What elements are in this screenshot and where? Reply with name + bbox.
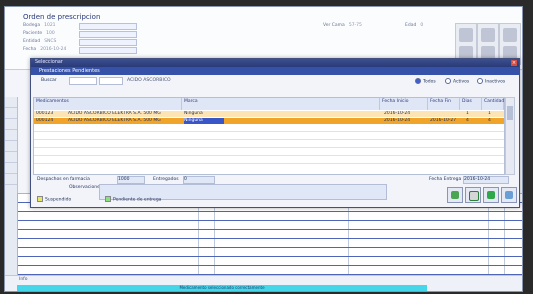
legend-swatch [37,196,43,202]
col-header-cantidad[interactable]: Cantidad [482,98,504,110]
filter-code2-input[interactable] [99,77,123,85]
field-paciente: Paciente 100 [23,31,55,36]
dialog-banner: Prestaciones Pendientes [31,67,519,75]
fecha-input[interactable] [79,47,137,54]
sidebar-item[interactable] [5,119,17,130]
legend-suspendido: Suspendido [37,196,71,203]
exit-button[interactable] [483,187,499,203]
table-row[interactable] [18,248,522,257]
field-bodega: Bodega 1021 [23,23,56,28]
edit-button[interactable] [465,187,481,203]
field1-value[interactable]: 1000 [117,176,145,184]
col-header-dias[interactable]: Dias [460,98,482,110]
selection-dialog: Seleccionar × Prestaciones Pendientes Bu… [30,58,520,208]
close-icon[interactable]: × [511,60,517,66]
col-header-fecha-inicio[interactable]: Fecha Inicio [380,98,428,110]
date-label: Fecha Entrega [429,177,462,182]
col-header-marca[interactable]: Marca [182,98,380,110]
table-row[interactable] [18,221,522,230]
refresh-icon [505,191,513,199]
table-row-selected[interactable]: 000124 ACIDO ASCORBICO ELEKTRA S.A. 500 … [34,118,504,124]
scrollbar-thumb[interactable] [507,106,513,120]
filter-code-input[interactable] [69,77,97,85]
confirm-button[interactable] [447,187,463,203]
entidad-input[interactable] [79,39,137,46]
status-bar: Info Medicamento seleccionado correctame… [5,275,522,291]
check-icon [451,191,459,199]
filter-text: ACIDO ASCORBICO [127,78,171,83]
filter-label: Buscar [41,78,57,83]
filter-bar: Buscar ACIDO ASCORBICO Todos Activos Ina… [31,75,519,87]
field-fecha: Fecha 2016-10-24 [23,47,67,52]
grid-scrollbar[interactable] [505,97,515,175]
medications-grid: Medicamentos Marca Fecha Inicio Fecha Fi… [33,97,505,175]
radio-dot-icon [477,78,483,84]
table-row[interactable]: 000123 ACIDO ASCORBICO ELEKTRA S.A. 500 … [34,111,504,117]
sidebar-item[interactable] [5,141,17,152]
table-row[interactable] [18,230,522,239]
col-header-medicamentos[interactable]: Medicamentos [34,98,182,110]
radio-activos[interactable]: Activos [445,78,469,85]
radio-dot-icon [415,78,421,84]
edit-icon [469,191,479,201]
field2-label: Entregados [153,177,179,182]
sidebar-item[interactable] [5,108,17,119]
table-row[interactable] [18,239,522,248]
table-row[interactable] [18,266,522,275]
sidebar-item[interactable] [5,174,17,185]
table-row[interactable] [18,212,522,221]
sidebar-item[interactable] [5,152,17,163]
radio-dot-icon [445,78,451,84]
table-row[interactable] [18,257,522,266]
legend-pendiente: Pendiente de entrega [105,196,161,203]
status-message: Medicamento seleccionado correctamente [17,285,427,291]
dialog-title: Seleccionar [35,60,63,65]
field1-label: Despachos en farmacia [37,177,90,182]
sidebar-item[interactable] [5,163,17,174]
refresh-button[interactable] [501,187,517,203]
field-cama: Ver Cama 57-75 [323,23,362,28]
field-edad: Edad 0 [405,23,424,28]
obs-label: Observaciones [69,185,103,190]
page-title: Orden de prescripcion [23,13,101,21]
col-header-fecha-fin[interactable]: Fecha Fin [428,98,460,110]
sidebar-item[interactable] [5,130,17,141]
exit-icon [487,191,495,199]
status-label: Info [19,277,28,282]
field2-value[interactable]: 0 [183,176,215,184]
paciente-input[interactable] [79,31,137,38]
radio-todos[interactable]: Todos [415,78,436,85]
sidebar-item[interactable] [5,97,17,108]
date-value[interactable]: 2016-10-24 [463,176,509,184]
bodega-input[interactable] [79,23,137,30]
legend-swatch [105,196,111,202]
radio-inactivos[interactable]: Inactivos [477,78,505,85]
dialog-titlebar: Seleccionar × [31,59,519,67]
field-entidad: Entidad SNCS [23,39,57,44]
